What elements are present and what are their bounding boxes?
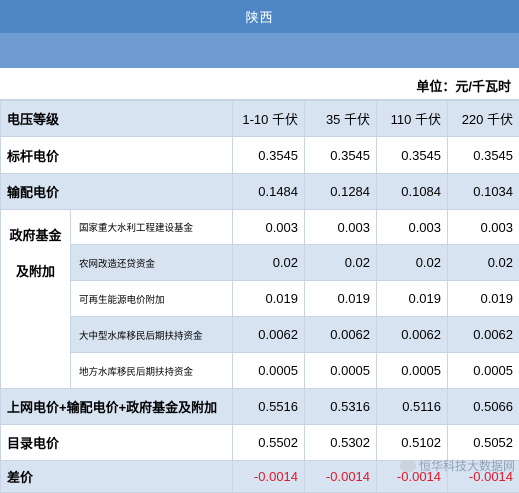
watermark: 恒华科技大数据网: [400, 457, 515, 474]
sub-row-label: 可再生能源电价附加: [71, 281, 233, 317]
table-row: 电压等级 1-10 千伏 35 千伏 110 千伏 220 千伏: [1, 101, 519, 137]
row-label: 目录电价: [1, 425, 233, 461]
table-row: 输配电价 0.1484 0.1284 0.1084 0.1034: [1, 174, 519, 210]
table-row: 可再生能源电价附加 0.019 0.019 0.019 0.019: [1, 281, 519, 317]
table-row: 标杆电价 0.3545 0.3545 0.3545 0.3545: [1, 137, 519, 174]
sub-row-label: 农网改造还贷资金: [71, 245, 233, 281]
cell: 0.019: [377, 281, 448, 317]
cell: 0.019: [233, 281, 305, 317]
table-row: 地方水库移民后期扶持资金 0.0005 0.0005 0.0005 0.0005: [1, 353, 519, 389]
cell: 0.0005: [377, 353, 448, 389]
cell: 0.0062: [448, 317, 519, 353]
cell: 0.5302: [305, 425, 377, 461]
cell: 0.1284: [305, 174, 377, 210]
table-title: 陕西: [0, 0, 519, 33]
cell: 0.0062: [233, 317, 305, 353]
title-subbar: [0, 33, 519, 68]
table-row: 上网电价+输配电价+政府基金及附加 0.5516 0.5316 0.5116 0…: [1, 389, 519, 425]
col-header: 220 千伏: [448, 101, 519, 137]
cell: 0.1034: [448, 174, 519, 210]
col-header: 110 千伏: [377, 101, 448, 137]
cell: 0.02: [377, 245, 448, 281]
cell: 0.5102: [377, 425, 448, 461]
unit-row: 单位：元/千瓦时: [0, 68, 519, 100]
cell: 0.0005: [448, 353, 519, 389]
cell: 0.3545: [377, 137, 448, 174]
cell: 0.019: [305, 281, 377, 317]
row-label: 上网电价+输配电价+政府基金及附加: [1, 389, 233, 425]
cell: 0.5052: [448, 425, 519, 461]
col-header: 35 千伏: [305, 101, 377, 137]
cell: 0.0005: [233, 353, 305, 389]
row-label: 标杆电价: [1, 137, 233, 174]
sub-row-label: 地方水库移民后期扶持资金: [71, 353, 233, 389]
cell: 0.003: [377, 210, 448, 245]
cell: 0.1484: [233, 174, 305, 210]
cell: 0.3545: [233, 137, 305, 174]
cell: 0.0005: [305, 353, 377, 389]
cell: 0.019: [448, 281, 519, 317]
table-row: 目录电价 0.5502 0.5302 0.5102 0.5052: [1, 425, 519, 461]
fund-group-label: 政府基金 及附加: [1, 210, 71, 389]
table-row: 大中型水库移民后期扶持资金 0.0062 0.0062 0.0062 0.006…: [1, 317, 519, 353]
price-table: 电压等级 1-10 千伏 35 千伏 110 千伏 220 千伏 标杆电价 0.…: [0, 100, 519, 493]
cell: 0.003: [233, 210, 305, 245]
row-label: 输配电价: [1, 174, 233, 210]
cell: 0.3545: [305, 137, 377, 174]
cell: 0.5316: [305, 389, 377, 425]
watermark-text: 恒华科技大数据网: [419, 457, 515, 474]
table-row: 农网改造还贷资金 0.02 0.02 0.02 0.02: [1, 245, 519, 281]
fund-group-line1: 政府基金: [7, 218, 64, 254]
cell: 0.1084: [377, 174, 448, 210]
cell: 0.02: [233, 245, 305, 281]
cell: 0.003: [305, 210, 377, 245]
wechat-icon: [400, 460, 416, 472]
cell: 0.5502: [233, 425, 305, 461]
cell: 0.02: [305, 245, 377, 281]
cell: 0.5066: [448, 389, 519, 425]
cell: 0.3545: [448, 137, 519, 174]
sub-row-label: 国家重大水利工程建设基金: [71, 210, 233, 245]
cell: 0.003: [448, 210, 519, 245]
cell: -0.0014: [233, 461, 305, 493]
sub-row-label: 大中型水库移民后期扶持资金: [71, 317, 233, 353]
cell: 0.0062: [377, 317, 448, 353]
table-row: 政府基金 及附加 国家重大水利工程建设基金 0.003 0.003 0.003 …: [1, 210, 519, 245]
cell: 0.5516: [233, 389, 305, 425]
col-header: 1-10 千伏: [233, 101, 305, 137]
voltage-level-label: 电压等级: [1, 101, 233, 137]
cell: -0.0014: [305, 461, 377, 493]
price-table-page: 陕西 单位：元/千瓦时 电压等级 1-10 千伏 35 千伏 110 千伏 22…: [0, 0, 519, 484]
row-label: 差价: [1, 461, 233, 493]
unit-label: 单位：元/千瓦时: [416, 76, 511, 95]
fund-group-line2: 及附加: [7, 254, 64, 290]
cell: 0.5116: [377, 389, 448, 425]
cell: 0.0062: [305, 317, 377, 353]
cell: 0.02: [448, 245, 519, 281]
